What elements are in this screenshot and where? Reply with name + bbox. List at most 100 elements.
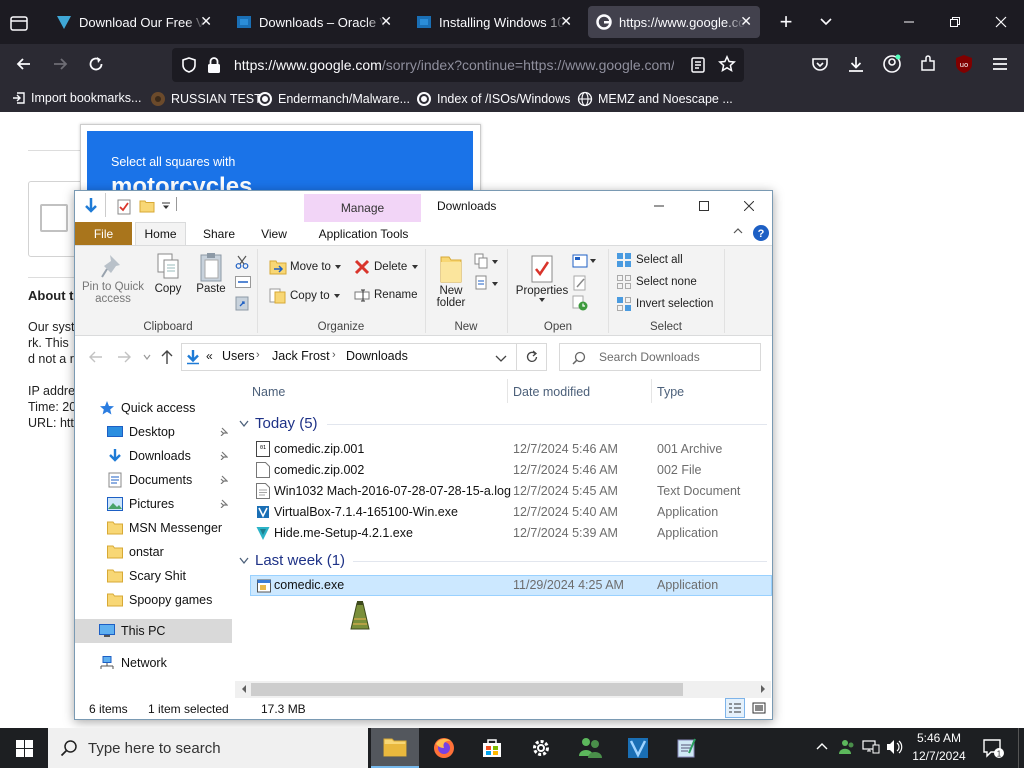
bookmark-endermanch[interactable]: Endermanch/Malware...: [257, 91, 410, 107]
file-row[interactable]: 01 comedic.zip.001 12/7/2024 5:46 AM 001…: [250, 439, 772, 460]
history-icon[interactable]: [572, 295, 588, 311]
column-header-name[interactable]: Name: [252, 385, 285, 399]
rename-button[interactable]: Rename: [354, 288, 417, 302]
recent-locations-icon[interactable]: [143, 354, 151, 360]
search-box[interactable]: Search Downloads: [559, 343, 761, 371]
bookmark-russian-test[interactable]: RUSSIAN TEST: [150, 91, 262, 107]
help-icon[interactable]: ?: [752, 224, 770, 242]
new-tab-button[interactable]: +: [770, 6, 802, 38]
large-icons-view-button[interactable]: [749, 698, 769, 718]
close-tab-icon[interactable]: ✕: [560, 13, 572, 30]
new-folder-qat-icon[interactable]: [139, 199, 155, 213]
quick-access-down-icon[interactable]: [83, 197, 99, 215]
nav-downloads[interactable]: Downloads: [107, 444, 264, 468]
forward-arrow-icon[interactable]: [117, 351, 131, 363]
taskbar-search-box[interactable]: Type here to search: [48, 728, 368, 768]
tab-google-sorry[interactable]: https://www.google.com/sorry ✕: [588, 6, 760, 38]
scroll-right-icon[interactable]: [759, 684, 767, 694]
start-button[interactable]: [0, 728, 48, 768]
new-folder-button[interactable]: New folder: [431, 253, 471, 317]
taskbar-msn-messenger[interactable]: [566, 728, 614, 768]
close-window-button[interactable]: [978, 0, 1024, 44]
close-tab-icon[interactable]: ✕: [380, 13, 392, 30]
collapse-ribbon-icon[interactable]: [732, 226, 744, 236]
back-arrow-icon[interactable]: [89, 351, 103, 363]
tray-msn-icon[interactable]: [838, 738, 856, 756]
copy-path-icon[interactable]: [235, 276, 251, 288]
minimize-button[interactable]: [886, 0, 932, 44]
taskbar-file-explorer[interactable]: [371, 728, 419, 768]
volume-icon[interactable]: [886, 739, 904, 755]
cut-icon[interactable]: [235, 255, 249, 269]
clock-date[interactable]: 12/7/2024: [908, 749, 970, 763]
select-all-button[interactable]: Select all: [616, 252, 683, 268]
reader-view-icon[interactable]: [690, 56, 706, 74]
pin-to-quick-access-button[interactable]: Pin to Quick access: [81, 251, 145, 317]
group-header-last-week[interactable]: Last week (1): [239, 552, 345, 569]
breadcrumb-overflow[interactable]: «: [206, 349, 213, 363]
file-row[interactable]: Win1032 Mach-2016-07-28-07-28-15-a.log 1…: [250, 481, 772, 502]
scroll-left-icon[interactable]: [240, 684, 248, 694]
nav-network[interactable]: Network: [99, 651, 256, 675]
chevron-right-icon[interactable]: ›: [256, 349, 260, 361]
up-arrow-icon[interactable]: [161, 349, 173, 365]
restore-button[interactable]: [932, 0, 978, 44]
paste-shortcut-icon[interactable]: [235, 295, 249, 311]
taskbar-store[interactable]: [468, 728, 516, 768]
copy-to-button[interactable]: Copy to: [269, 288, 341, 304]
breadcrumb-users[interactable]: Users: [222, 349, 255, 363]
tab-installing-windows[interactable]: Installing Windows 10 in ✕: [408, 6, 580, 38]
tab-file[interactable]: File: [75, 222, 132, 245]
tab-home[interactable]: Home: [135, 222, 186, 245]
breadcrumb-downloads[interactable]: Downloads: [346, 349, 408, 363]
network-icon[interactable]: [862, 739, 880, 755]
back-button[interactable]: [8, 48, 40, 80]
group-header-today[interactable]: Today (5): [239, 415, 318, 432]
taskbar-firefox[interactable]: [420, 728, 468, 768]
easy-access-icon[interactable]: [474, 275, 500, 291]
minimize-button[interactable]: [641, 195, 677, 217]
properties-button[interactable]: Properties: [513, 253, 571, 319]
file-row-selected[interactable]: comedic.exe 11/29/2024 4:25 AM Applicati…: [250, 575, 772, 596]
taskbar-settings[interactable]: [517, 728, 565, 768]
customize-qat-icon[interactable]: [161, 202, 171, 210]
chevron-right-icon[interactable]: ›: [332, 349, 336, 361]
nav-documents[interactable]: Documents: [107, 468, 264, 492]
forward-button[interactable]: [44, 48, 76, 80]
paste-button[interactable]: Paste: [193, 251, 229, 303]
bookmark-star-icon[interactable]: [718, 55, 736, 73]
address-bar[interactable]: « Users › Jack Frost › Downloads: [181, 343, 517, 371]
file-row[interactable]: VirtualBox-7.1.4-165100-Win.exe 12/7/202…: [250, 502, 772, 523]
close-tab-icon[interactable]: ✕: [200, 13, 212, 30]
account-icon[interactable]: [876, 48, 908, 80]
taskbar-notepad[interactable]: [662, 728, 710, 768]
url-bar[interactable]: https://www.google.com/sorry/index?conti…: [172, 48, 744, 82]
tab-view[interactable]: View: [251, 222, 297, 245]
action-center-icon[interactable]: 1: [982, 738, 1004, 758]
tab-list-icon[interactable]: [8, 12, 30, 34]
pocket-icon[interactable]: [804, 48, 836, 80]
details-view-button[interactable]: [725, 698, 745, 718]
breadcrumb-jack-frost[interactable]: Jack Frost: [272, 349, 330, 363]
file-row[interactable]: comedic.zip.002 12/7/2024 5:46 AM 002 Fi…: [250, 460, 772, 481]
taskbar-virtualbox[interactable]: [614, 728, 662, 768]
nav-quick-access[interactable]: Quick access: [99, 396, 256, 420]
address-history-icon[interactable]: [495, 355, 507, 363]
tracking-protection-shield-icon[interactable]: [180, 56, 198, 74]
column-header-type[interactable]: Type: [657, 385, 684, 399]
close-tab-icon[interactable]: ✕: [740, 13, 752, 30]
bookmark-isos[interactable]: Index of /ISOs/Windows: [416, 91, 570, 107]
file-row[interactable]: Hide.me-Setup-4.2.1.exe 12/7/2024 5:39 A…: [250, 523, 772, 544]
maximize-button[interactable]: [686, 195, 722, 217]
move-to-button[interactable]: Move to: [269, 259, 342, 275]
menu-hamburger-icon[interactable]: [984, 48, 1016, 80]
show-desktop-button[interactable]: [1018, 728, 1024, 768]
refresh-button[interactable]: [517, 343, 547, 371]
delete-button[interactable]: Delete: [354, 259, 419, 275]
downloads-icon[interactable]: [840, 48, 872, 80]
show-hidden-icons-chevron-icon[interactable]: [815, 741, 829, 751]
scrollbar-thumb[interactable]: [251, 683, 683, 696]
clock-time[interactable]: 5:46 AM: [908, 731, 970, 745]
nav-this-pc[interactable]: This PC: [99, 619, 256, 643]
column-header-date[interactable]: Date modified: [513, 385, 590, 399]
